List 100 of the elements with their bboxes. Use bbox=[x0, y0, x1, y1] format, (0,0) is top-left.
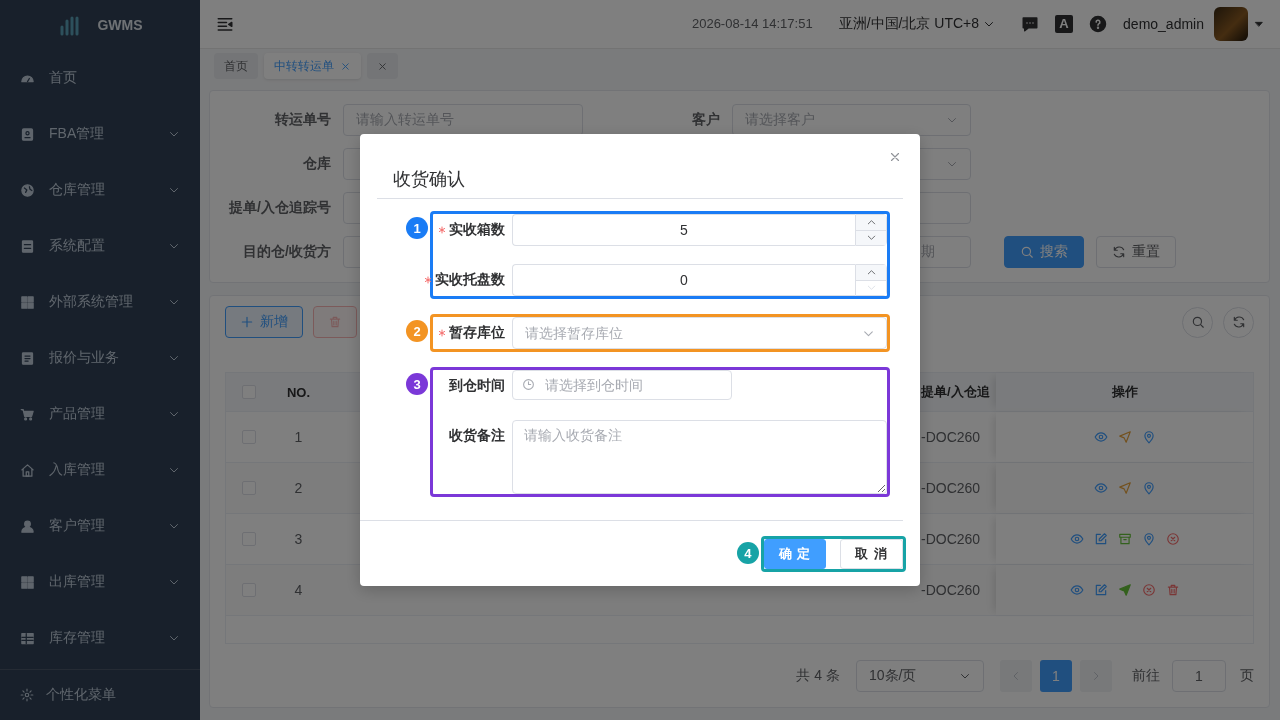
paper-plane-icon[interactable] bbox=[1117, 430, 1132, 444]
close-icon[interactable] bbox=[340, 60, 351, 72]
column-header: 操作 bbox=[1111, 383, 1138, 401]
total-count: 共 4 条 bbox=[796, 666, 840, 685]
sidebar-item[interactable]: 产品管理 bbox=[0, 386, 200, 442]
close-circle-icon[interactable] bbox=[1141, 583, 1156, 597]
field-label: 到仓时间 bbox=[449, 377, 505, 395]
sidebar-item[interactable]: 报价与业务 bbox=[0, 330, 200, 386]
table-cell: 1 bbox=[294, 429, 303, 445]
page-size-select[interactable]: 10条/页 bbox=[856, 659, 984, 692]
field-label: 收货备注 bbox=[449, 427, 505, 445]
search-icon bbox=[1020, 245, 1034, 259]
cart-icon bbox=[20, 406, 35, 422]
close-icon[interactable] bbox=[888, 150, 902, 164]
grid-icon bbox=[20, 294, 35, 310]
table-cell: 2 bbox=[294, 480, 303, 496]
datetime-text: 2026-08-14 14:17:51 bbox=[691, 16, 813, 32]
increment-button[interactable] bbox=[856, 215, 886, 230]
column-header: NO. bbox=[286, 384, 311, 400]
chat-icon[interactable] bbox=[1021, 14, 1040, 33]
document-icon bbox=[20, 350, 35, 366]
search-button[interactable]: 搜索 bbox=[1004, 236, 1084, 268]
select-field[interactable]: 请选择暂存库位 bbox=[512, 317, 887, 349]
prev-page-button[interactable] bbox=[1000, 659, 1032, 692]
table-cell: 4 bbox=[294, 582, 303, 598]
person-icon bbox=[20, 518, 35, 534]
search-icon bbox=[1190, 315, 1205, 329]
sidebar-item[interactable]: 库存管理 bbox=[0, 610, 200, 666]
close-circle-icon[interactable] bbox=[1165, 532, 1180, 546]
sidebar-item[interactable]: 出库管理 bbox=[0, 554, 200, 610]
filter-label: 客户 bbox=[691, 111, 720, 129]
tab[interactable]: 中转转运单 bbox=[264, 53, 361, 80]
page-number[interactable]: 1 bbox=[1040, 659, 1072, 692]
textarea-field[interactable]: 请输入收货备注 bbox=[512, 420, 887, 494]
page-unit-label: 页 bbox=[1240, 666, 1254, 685]
globe-icon bbox=[20, 182, 35, 198]
location-pin-icon[interactable] bbox=[1141, 430, 1156, 444]
goto-page-input[interactable]: 1 bbox=[1172, 659, 1226, 692]
refresh-icon bbox=[1231, 315, 1246, 329]
table-cell-text: -DOC260 bbox=[920, 480, 981, 496]
sidebar-item[interactable]: 首页 bbox=[0, 50, 200, 106]
annotation-badge: 1 bbox=[406, 217, 428, 239]
confirm-button[interactable]: 确 定 bbox=[763, 539, 827, 569]
sidebar-item[interactable]: 外部系统管理 bbox=[0, 274, 200, 330]
annotation-badge: 4 bbox=[736, 542, 759, 564]
eye-icon[interactable] bbox=[1093, 481, 1108, 495]
refresh-icon bbox=[1112, 245, 1126, 259]
column-header: 提单/入仓追 bbox=[920, 383, 990, 401]
sidebar-item[interactable]: FBA管理 bbox=[0, 106, 200, 162]
plus-icon bbox=[240, 315, 254, 329]
eye-icon[interactable] bbox=[1069, 583, 1084, 597]
location-pin-icon[interactable] bbox=[1141, 532, 1156, 546]
house-icon bbox=[20, 462, 35, 478]
server-icon bbox=[20, 238, 35, 254]
table-cell-text: -DOC260 bbox=[920, 429, 981, 445]
filter-label: 转运单号 bbox=[274, 111, 331, 129]
username-text: demo_admin bbox=[1123, 15, 1204, 32]
reset-button[interactable]: 重置 bbox=[1096, 236, 1176, 268]
table-cell-text: -DOC260 bbox=[920, 531, 981, 547]
next-page-button[interactable] bbox=[1080, 659, 1112, 692]
grid-icon bbox=[20, 574, 35, 590]
eye-icon[interactable] bbox=[1093, 430, 1108, 444]
sidebar-item[interactable]: 系统配置 bbox=[0, 218, 200, 274]
language-button[interactable]: A bbox=[1055, 14, 1074, 33]
eye-icon[interactable] bbox=[1069, 532, 1084, 546]
gear-icon bbox=[20, 688, 34, 702]
field-label: 实收托盘数 bbox=[435, 271, 505, 289]
paper-plane-icon[interactable] bbox=[1117, 583, 1132, 597]
table-cell: 3 bbox=[294, 531, 303, 547]
edit-icon[interactable] bbox=[1093, 532, 1108, 546]
tab[interactable]: 首页 bbox=[214, 53, 258, 80]
sidebar-item[interactable]: 仓库管理 bbox=[0, 162, 200, 218]
paper-plane-icon[interactable] bbox=[1117, 481, 1132, 495]
annotation-badge: 2 bbox=[406, 320, 428, 342]
edit-icon[interactable] bbox=[1093, 583, 1108, 597]
trash-icon[interactable] bbox=[1165, 583, 1180, 597]
goto-label: 前往 bbox=[1132, 666, 1160, 685]
number-input[interactable]: 5 bbox=[512, 214, 855, 246]
field-label: 暂存库位 bbox=[449, 324, 505, 342]
sidebar-item[interactable]: 客户管理 bbox=[0, 498, 200, 554]
sidebar-item[interactable]: 入库管理 bbox=[0, 442, 200, 498]
table-icon bbox=[20, 630, 35, 646]
cancel-button[interactable]: 取 消 bbox=[840, 539, 903, 569]
help-icon[interactable] bbox=[1089, 14, 1108, 33]
close-icon[interactable] bbox=[377, 60, 388, 72]
increment-button[interactable] bbox=[856, 265, 886, 280]
clock-icon bbox=[522, 378, 535, 391]
location-pin-icon[interactable] bbox=[1141, 481, 1156, 495]
timezone-dropdown[interactable]: 亚洲/中国/北京 UTC+8 bbox=[838, 14, 996, 33]
filter-label: 目的仓/收货方 bbox=[242, 243, 331, 261]
annotation-badge: 3 bbox=[406, 373, 428, 395]
avatar-image[interactable] bbox=[1214, 6, 1248, 41]
archive-box-icon[interactable] bbox=[1117, 532, 1132, 546]
tab[interactable] bbox=[367, 53, 398, 80]
datetime-field[interactable]: 请选择到仓时间 bbox=[512, 370, 732, 400]
number-input[interactable]: 0 bbox=[512, 264, 855, 296]
filter-label: 仓库 bbox=[302, 155, 331, 173]
add-button[interactable]: 新增 bbox=[225, 306, 303, 338]
dialog-title: 收货确认 bbox=[393, 168, 465, 191]
customize-menu-item[interactable]: 个性化菜单 bbox=[0, 669, 200, 720]
